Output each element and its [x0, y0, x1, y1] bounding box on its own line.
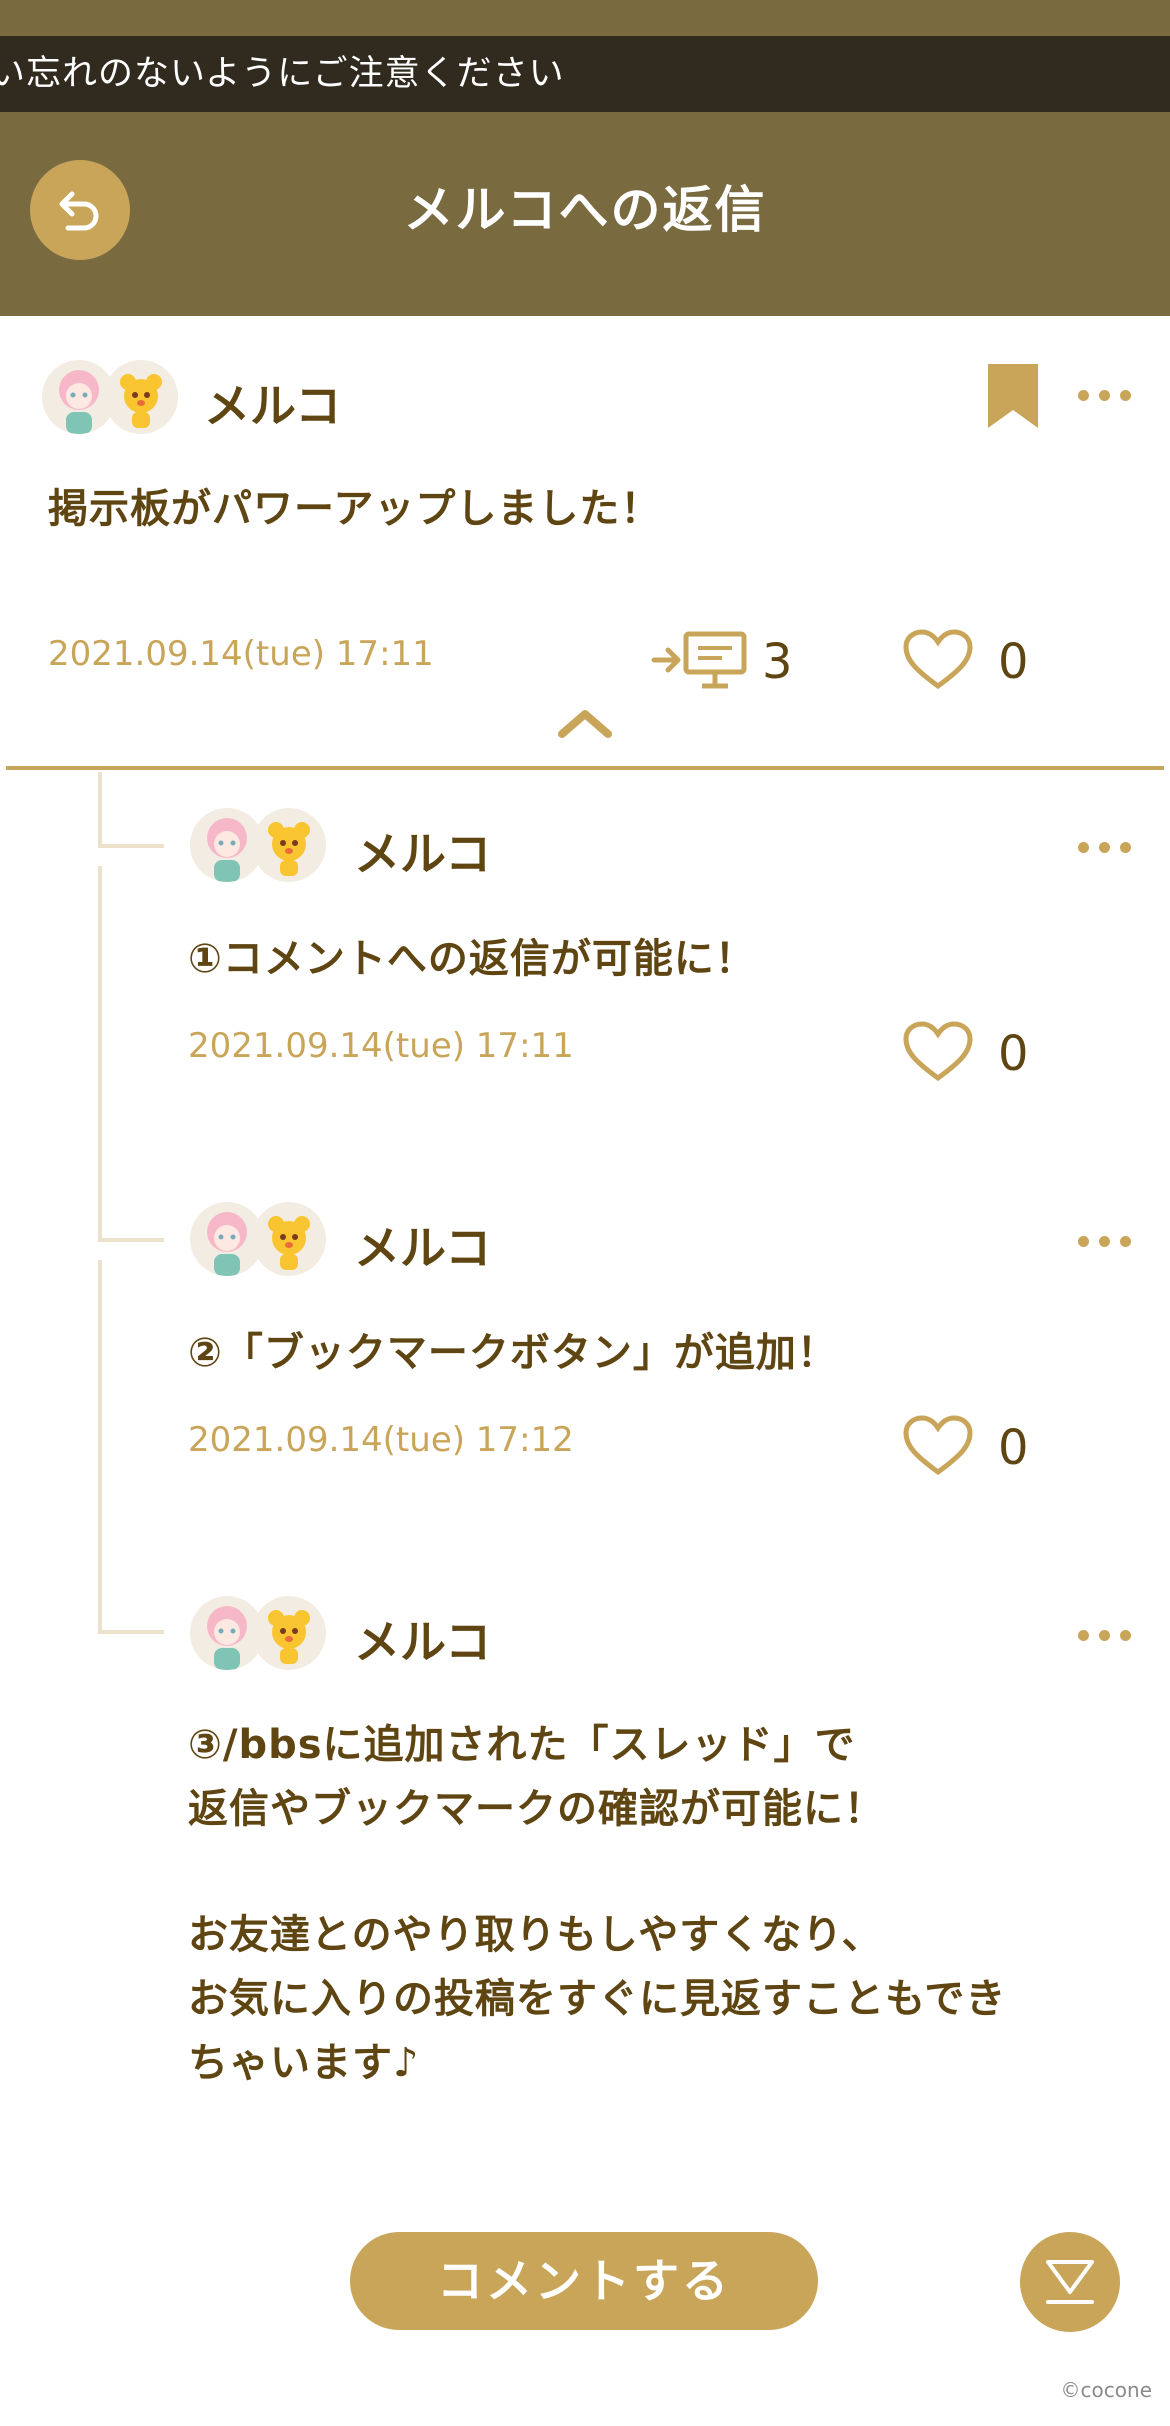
reply-username[interactable]: メルコ — [354, 818, 491, 884]
like-count: 0 — [998, 634, 1029, 690]
like-heart-icon[interactable] — [902, 1020, 974, 1084]
back-button[interactable] — [30, 160, 130, 260]
thread-line — [98, 772, 102, 846]
copyright: ©cocone — [1060, 2378, 1152, 2402]
avatar[interactable] — [42, 360, 182, 436]
notice-ticker-text: い忘れのないようにご注意ください — [0, 54, 565, 94]
post-more-icon[interactable] — [1078, 384, 1138, 404]
avatar-bear-icon — [104, 360, 178, 434]
reply-username[interactable]: メルコ — [354, 1212, 491, 1278]
back-arrow-icon — [59, 191, 99, 231]
reply-text-line: ③/bbsに追加された「スレッド」で — [188, 1722, 856, 1768]
avatar[interactable] — [190, 1202, 330, 1278]
scroll-to-bottom-button[interactable] — [1020, 2232, 1120, 2332]
like-count: 0 — [998, 1026, 1029, 1082]
post-text: 掲示板がパワーアップしました！ — [48, 486, 662, 532]
comment-button[interactable]: コメントする — [350, 2232, 818, 2330]
thread-line — [98, 1238, 164, 1242]
reply-timestamp: 2021.09.14(tue) 17:12 — [188, 1420, 574, 1460]
avatar-bear-icon — [252, 1202, 326, 1276]
reply-username[interactable]: メルコ — [354, 1606, 491, 1672]
bookmark-icon[interactable] — [988, 364, 1038, 428]
reply-text-line: お気に入りの投稿をすぐに見返すこともでき — [188, 1976, 1007, 2022]
reply-more-icon[interactable] — [1078, 1230, 1138, 1250]
post-username[interactable]: メルコ — [204, 370, 341, 436]
page-title: メルコへの返信 — [403, 181, 767, 239]
avatar-bear-icon — [252, 1596, 326, 1670]
notice-ticker: い忘れのないようにご注意ください — [0, 36, 1170, 112]
like-count: 0 — [998, 1420, 1029, 1476]
page-header: メルコへの返信 — [0, 112, 1170, 316]
reply-timestamp: 2021.09.14(tue) 17:11 — [188, 1026, 574, 1066]
thread-line — [98, 1630, 164, 1634]
avatar[interactable] — [190, 808, 330, 884]
reply-text-line: お友達とのやり取りもしやすくなり、 — [188, 1912, 883, 1958]
like-heart-icon[interactable] — [902, 1414, 974, 1478]
reply-more-icon[interactable] — [1078, 836, 1138, 856]
scroll-down-icon — [1046, 2260, 1094, 2304]
reply-thread-icon[interactable] — [650, 626, 750, 692]
post-divider — [6, 766, 1164, 770]
reply-more-icon[interactable] — [1078, 1624, 1138, 1644]
thread-line — [98, 1260, 102, 1634]
like-heart-icon[interactable] — [902, 628, 974, 692]
reply-text-line: 返信やブックマークの確認が可能に！ — [188, 1786, 885, 1832]
collapse-chevron-icon[interactable] — [556, 706, 614, 740]
reply-text: ①コメントへの返信が可能に！ — [188, 936, 756, 982]
reply-count: 3 — [762, 634, 793, 690]
status-bar — [0, 0, 1170, 36]
reply-text-line: ちゃいます♪ — [188, 2040, 420, 2086]
avatar-bear-icon — [252, 808, 326, 882]
post-timestamp: 2021.09.14(tue) 17:11 — [48, 634, 434, 674]
avatar[interactable] — [190, 1596, 330, 1672]
reply-text: ②「ブックマークボタン」が追加！ — [188, 1330, 838, 1376]
thread-line — [98, 866, 102, 1240]
thread-line — [98, 844, 164, 848]
